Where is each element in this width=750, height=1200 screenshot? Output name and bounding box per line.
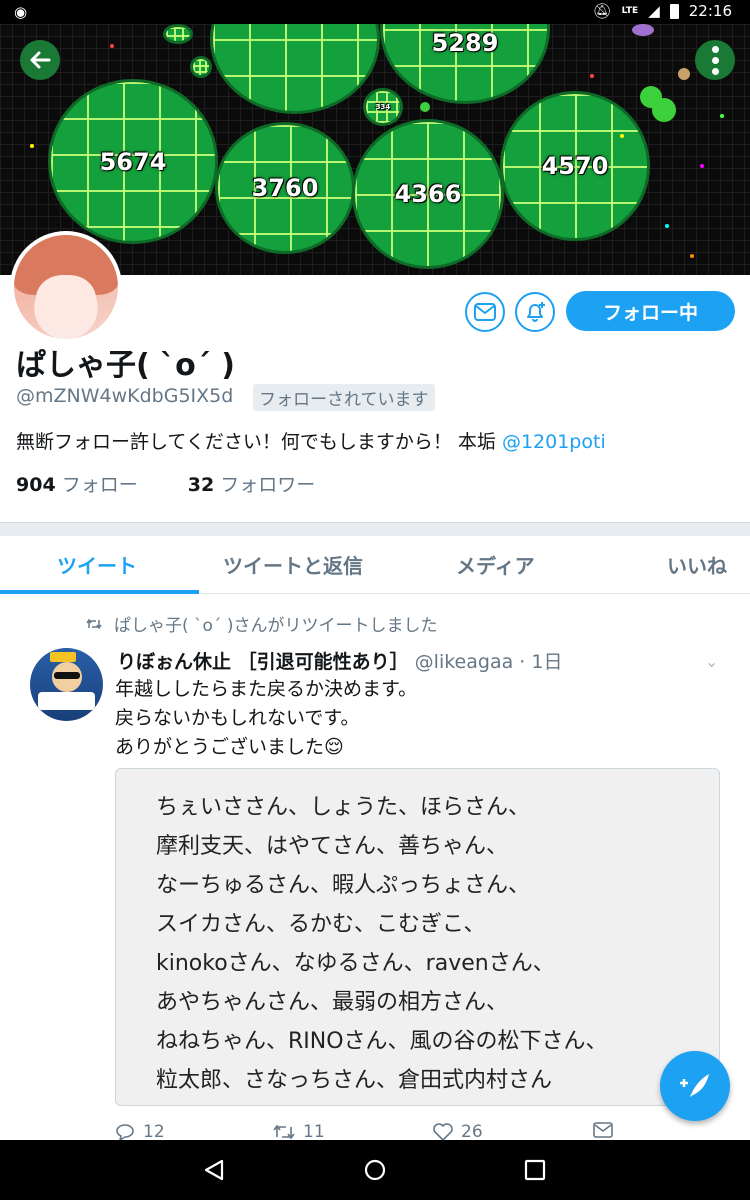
- image-text-line: あやちゃんさん、最弱の相方さん、: [156, 990, 509, 1015]
- game-cell: [190, 56, 212, 78]
- nav-back-icon[interactable]: [202, 1158, 226, 1182]
- notifications-button[interactable]: [515, 292, 555, 332]
- reply-button[interactable]: 12: [115, 1122, 165, 1142]
- profile-avatar[interactable]: [10, 231, 122, 343]
- food-dot: [620, 134, 624, 138]
- food-dot: [30, 144, 34, 148]
- chevron-down-icon[interactable]: ⌄: [705, 652, 718, 671]
- food-dot: [700, 164, 704, 168]
- game-cell: 5289: [380, 24, 550, 104]
- image-text-line: 摩利支天、はやてさん、善ちゃん、: [156, 834, 509, 859]
- envelope-icon: [474, 303, 496, 321]
- status-bar: ◉ 🔕︎ LTE ◢ 22:16: [0, 0, 750, 24]
- more-dots-icon: [711, 45, 719, 53]
- header-banner: 5289 5674 3760 4366 4570 334: [0, 24, 750, 275]
- food-dot: [652, 98, 676, 122]
- image-text-line: ねねちゃん、RINOさん、風の谷の松下さん、: [156, 1029, 608, 1054]
- tweet-text: 年越ししたらまた戻るか決めます。 戻らないかもしれないです。 ありがとうございま…: [115, 678, 418, 758]
- follows-you-badge: フォローされています: [253, 384, 435, 411]
- compose-tweet-button[interactable]: [660, 1051, 730, 1121]
- image-text-line: 粒太郎、さなっちさん、倉田式内村さん: [156, 1068, 553, 1093]
- profile-handle: @mZNW4wKdbG5IX5d: [16, 385, 234, 407]
- retweet-icon: [86, 618, 102, 629]
- tab-likes[interactable]: いいね: [667, 550, 727, 579]
- tweet-header: りぼぉん休止 ［引退可能性あり］ @likeagaa · 1日: [117, 651, 563, 673]
- food-dot: [420, 102, 430, 112]
- game-cell: [210, 24, 380, 114]
- food-dot: [110, 44, 114, 48]
- food-dot: [632, 24, 654, 36]
- retweet-action-icon: [273, 1124, 295, 1140]
- tab-tweets-and-replies[interactable]: ツイートと返信: [223, 550, 363, 579]
- food-dot: [590, 74, 594, 78]
- message-button[interactable]: [465, 292, 505, 332]
- image-text-line: kinokoさん、なゆるさん、ravenさん、: [156, 951, 555, 976]
- like-button[interactable]: 26: [433, 1122, 483, 1142]
- image-text-line: なーちゅるさん、暇人ぷっちょさん、: [156, 873, 531, 898]
- clock: 22:16: [688, 2, 732, 20]
- bio-mention-link[interactable]: @1201poti: [502, 431, 606, 453]
- image-text-line: スイカさん、るかむ、こむぎこ、: [156, 912, 486, 937]
- section-divider: [0, 522, 750, 536]
- network-type: LTE: [621, 6, 639, 16]
- food-dot: [720, 114, 724, 118]
- dm-share-button[interactable]: [593, 1122, 613, 1138]
- game-cell: 4366: [352, 119, 504, 269]
- retweet-button[interactable]: 11: [273, 1122, 325, 1142]
- envelope-share-icon: [593, 1122, 613, 1138]
- game-cell: 3760: [215, 122, 355, 254]
- food-dot: [678, 68, 690, 80]
- tweet-author-handle[interactable]: @likeagaa: [415, 651, 514, 673]
- arrow-left-icon: [30, 51, 51, 69]
- feather-plus-icon: [680, 1074, 709, 1097]
- bio-text: 無断フォロー許してください！何でもしますから！ 本垢: [16, 431, 496, 453]
- profile-name: ぱしゃ子( `o´ ): [16, 348, 235, 383]
- game-cell: 5674: [48, 79, 218, 244]
- tweet-image[interactable]: ちぇいささん、しょうた、ほらさん、 摩利支天、はやてさん、善ちゃん、 なーちゅる…: [115, 768, 720, 1106]
- profile-stats: 904 フォロー 32 フォロワー: [16, 470, 315, 497]
- nav-home-icon[interactable]: [363, 1158, 387, 1182]
- signal-strength-icon: ◢: [648, 2, 660, 20]
- profile-tabs: ツイート ツイートと返信 メディア いいね: [0, 536, 750, 594]
- tweet-time: 1日: [531, 651, 563, 673]
- system-nav-bar: [0, 1140, 750, 1200]
- active-tab-indicator: [0, 590, 199, 594]
- nav-recents-icon[interactable]: [523, 1158, 547, 1182]
- profile-bio: 無断フォロー許してください！何でもしますから！ 本垢 @1201poti: [16, 427, 606, 454]
- food-dot: [690, 254, 694, 258]
- following-stat[interactable]: 904 フォロー: [16, 470, 138, 497]
- tab-media[interactable]: メディア: [456, 550, 535, 579]
- tab-tweets[interactable]: ツイート: [57, 550, 137, 579]
- battery-icon: [669, 3, 679, 19]
- retweet-note: ぱしゃ子( `o´ )さんがリツイートしました: [86, 611, 437, 636]
- followers-stat[interactable]: 32 フォロワー: [188, 470, 316, 497]
- reply-icon: [116, 1124, 134, 1141]
- mute-icon: 🔕︎: [592, 2, 612, 20]
- tweet-author-name[interactable]: りぼぉん休止 ［引退可能性あり］: [117, 651, 409, 673]
- following-button[interactable]: フォロー中: [566, 291, 735, 331]
- heart-icon: [433, 1123, 453, 1141]
- game-cell: [163, 24, 193, 44]
- game-cell: 334: [363, 88, 403, 126]
- more-options-button[interactable]: [695, 40, 735, 80]
- game-cell: 4570: [500, 91, 650, 241]
- back-button[interactable]: [20, 40, 60, 80]
- tweet-author-avatar[interactable]: [30, 648, 103, 721]
- bell-plus-icon: [527, 302, 545, 322]
- food-dot: [665, 224, 669, 228]
- image-text-line: ちぇいささん、しょうた、ほらさん、: [156, 795, 531, 820]
- signal-icon: ◉: [14, 3, 28, 21]
